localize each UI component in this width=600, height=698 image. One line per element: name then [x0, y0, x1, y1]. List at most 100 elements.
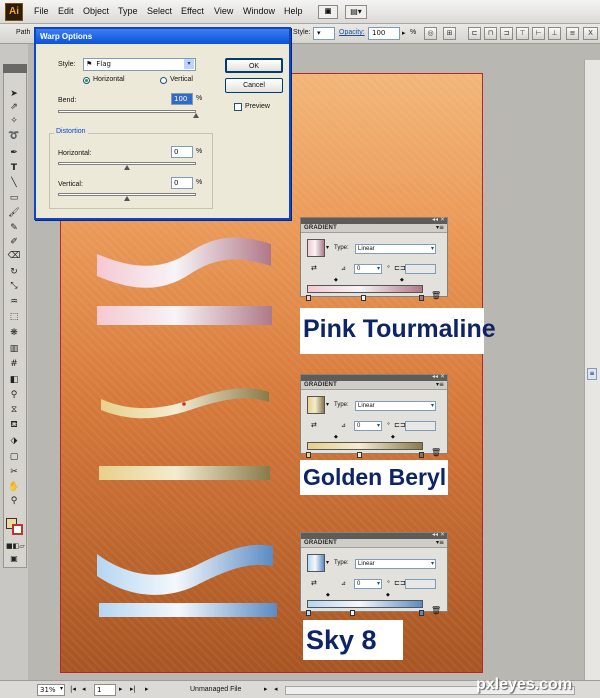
scrollbar-thumb[interactable]: ≡: [587, 368, 597, 380]
gradient-type-select[interactable]: Linear ▾: [355, 559, 436, 569]
gradient-stop-start[interactable]: [306, 610, 311, 616]
angle-icon: ⊿: [341, 422, 347, 429]
gradient-tab[interactable]: GRADIENT ▾≡: [301, 539, 447, 548]
gradient-type-select[interactable]: Linear ▾: [355, 401, 436, 411]
midpoint-diamond-icon[interactable]: ◆: [334, 434, 338, 440]
scroll-left-icon[interactable]: ◂: [274, 685, 278, 693]
delete-stop-icon[interactable]: 🗑: [431, 291, 441, 300]
degree-icon: °: [387, 265, 390, 272]
gradient-stop-end[interactable]: [419, 295, 424, 301]
vertical-radio[interactable]: [160, 77, 167, 84]
panel-menu-icon[interactable]: ▾≡: [436, 539, 444, 546]
warp-style-select[interactable]: ⚑ Flag ▾: [83, 58, 196, 71]
last-artboard-icon[interactable]: ▸|: [130, 685, 136, 693]
previous-artboard-icon[interactable]: ◂: [82, 685, 86, 693]
artboard-number-select[interactable]: 1: [94, 684, 116, 696]
gradient-angle-value: 0: [357, 581, 361, 587]
preview-label: Preview: [245, 103, 270, 110]
gradient-stop-end[interactable]: [419, 610, 424, 616]
horizontal-radio[interactable]: [83, 77, 90, 84]
watermark: pxleyes.com: [476, 676, 573, 693]
pink-strip-shape: [97, 306, 272, 325]
chevron-down-icon: ▾: [59, 685, 63, 692]
panel-collapse-icon[interactable]: ◂◂ ✕: [432, 216, 445, 223]
degree-icon: °: [387, 580, 390, 587]
chevron-down-icon: ▾: [184, 59, 194, 69]
swatch-dropdown-icon[interactable]: ▾: [326, 401, 329, 408]
distortion-horizontal-slider-thumb[interactable]: [124, 165, 130, 170]
dialog-title[interactable]: Warp Options: [36, 29, 289, 44]
swatch-dropdown-icon[interactable]: ▾: [326, 559, 329, 566]
zoom-select[interactable]: 31% ▾: [37, 684, 65, 696]
ok-button[interactable]: OK: [225, 58, 283, 73]
gradient-stop-end[interactable]: [419, 452, 424, 458]
cancel-button[interactable]: Cancel: [225, 78, 283, 93]
midpoint-diamond-icon[interactable]: ◆: [386, 592, 390, 598]
flag-warp-icon: ⚑: [86, 60, 93, 68]
gradient-stop-mid[interactable]: [350, 610, 355, 616]
gradient-slider-bar[interactable]: [307, 442, 423, 450]
vertical-scrollbar[interactable]: ≡: [584, 60, 600, 680]
gradient-preview-swatch[interactable]: [307, 239, 325, 257]
midpoint-diamond-icon[interactable]: ◆: [326, 592, 330, 598]
status-menu-icon[interactable]: ▸: [145, 685, 149, 693]
warp-style-label: Style:: [58, 61, 76, 68]
reverse-gradient-icon[interactable]: ⇄: [311, 264, 317, 272]
swatch-dropdown-icon[interactable]: ▾: [326, 244, 329, 251]
gradient-angle-input[interactable]: 0 ▾: [354, 264, 382, 274]
gold-strip-shape: [99, 466, 270, 480]
gradient-name-sky: Sky 8: [303, 620, 403, 660]
aspect-ratio-input[interactable]: [405, 421, 436, 431]
chevron-down-icon: ▾: [430, 246, 434, 252]
gradient-stop-mid[interactable]: [357, 452, 362, 458]
aspect-ratio-icon: ⊏⊐: [394, 264, 406, 272]
delete-stop-icon[interactable]: 🗑: [431, 606, 441, 615]
reverse-gradient-icon[interactable]: ⇄: [311, 421, 317, 429]
gradient-preview-swatch[interactable]: [307, 554, 325, 572]
gradient-stop-start[interactable]: [306, 452, 311, 458]
bend-slider-track[interactable]: [58, 110, 196, 113]
gradient-type-label: Type:: [334, 402, 349, 408]
bend-input[interactable]: 100: [171, 93, 193, 105]
gradient-type-select[interactable]: Linear ▾: [355, 244, 436, 254]
gradient-type-label: Type:: [334, 560, 349, 566]
sky-strip-shape: [99, 603, 277, 617]
distortion-horizontal-input[interactable]: 0: [171, 146, 193, 158]
distortion-group: [49, 133, 213, 209]
panel-menu-icon[interactable]: ▾≡: [436, 224, 444, 231]
next-artboard-icon[interactable]: ▸: [119, 685, 123, 693]
gradient-angle-value: 0: [357, 423, 361, 429]
panel-collapse-icon[interactable]: ◂◂ ✕: [432, 531, 445, 538]
bend-label: Bend:: [58, 97, 77, 104]
preview-checkbox[interactable]: [234, 103, 242, 111]
gradient-panel-pink: ◂◂ ✕ GRADIENT ▾≡ ▾ Type: Linear ▾ ⇄ ⊿ 0 ▾ °…: [300, 216, 448, 301]
gradient-preview-swatch[interactable]: [307, 396, 325, 414]
distortion-vertical-input[interactable]: 0: [171, 177, 193, 189]
distortion-label: Distortion: [54, 128, 88, 135]
gradient-slider-bar[interactable]: [307, 600, 423, 608]
aspect-ratio-input[interactable]: [405, 579, 436, 589]
panel-menu-icon[interactable]: ▾≡: [436, 381, 444, 388]
distortion-vertical-slider-thumb[interactable]: [124, 196, 130, 201]
gradient-angle-input[interactable]: 0 ▾: [354, 421, 382, 431]
gradient-type-label: Type:: [334, 245, 349, 251]
midpoint-diamond-icon[interactable]: ◆: [400, 277, 404, 283]
gradient-tab-label: GRADIENT: [304, 540, 337, 546]
gradient-stop-start[interactable]: [306, 295, 311, 301]
distortion-horizontal-label: Horizontal:: [58, 150, 92, 157]
first-artboard-icon[interactable]: |◂: [70, 685, 76, 693]
midpoint-diamond-icon[interactable]: ◆: [334, 277, 338, 283]
delete-stop-icon[interactable]: 🗑: [431, 448, 441, 457]
gradient-angle-input[interactable]: 0 ▾: [354, 579, 382, 589]
gradient-stop-mid[interactable]: [361, 295, 366, 301]
gradient-slider-bar[interactable]: [307, 285, 423, 293]
panel-collapse-icon[interactable]: ◂◂ ✕: [432, 373, 445, 380]
gradient-tab[interactable]: GRADIENT ▾≡: [301, 381, 447, 390]
gradient-tab[interactable]: GRADIENT ▾≡: [301, 224, 447, 233]
gradient-type-value: Linear: [358, 403, 375, 409]
status-expand-icon[interactable]: ▸: [264, 685, 268, 693]
reverse-gradient-icon[interactable]: ⇄: [311, 579, 317, 587]
bend-slider-thumb[interactable]: [193, 113, 199, 118]
midpoint-diamond-icon[interactable]: ◆: [391, 434, 395, 440]
aspect-ratio-input[interactable]: [405, 264, 436, 274]
